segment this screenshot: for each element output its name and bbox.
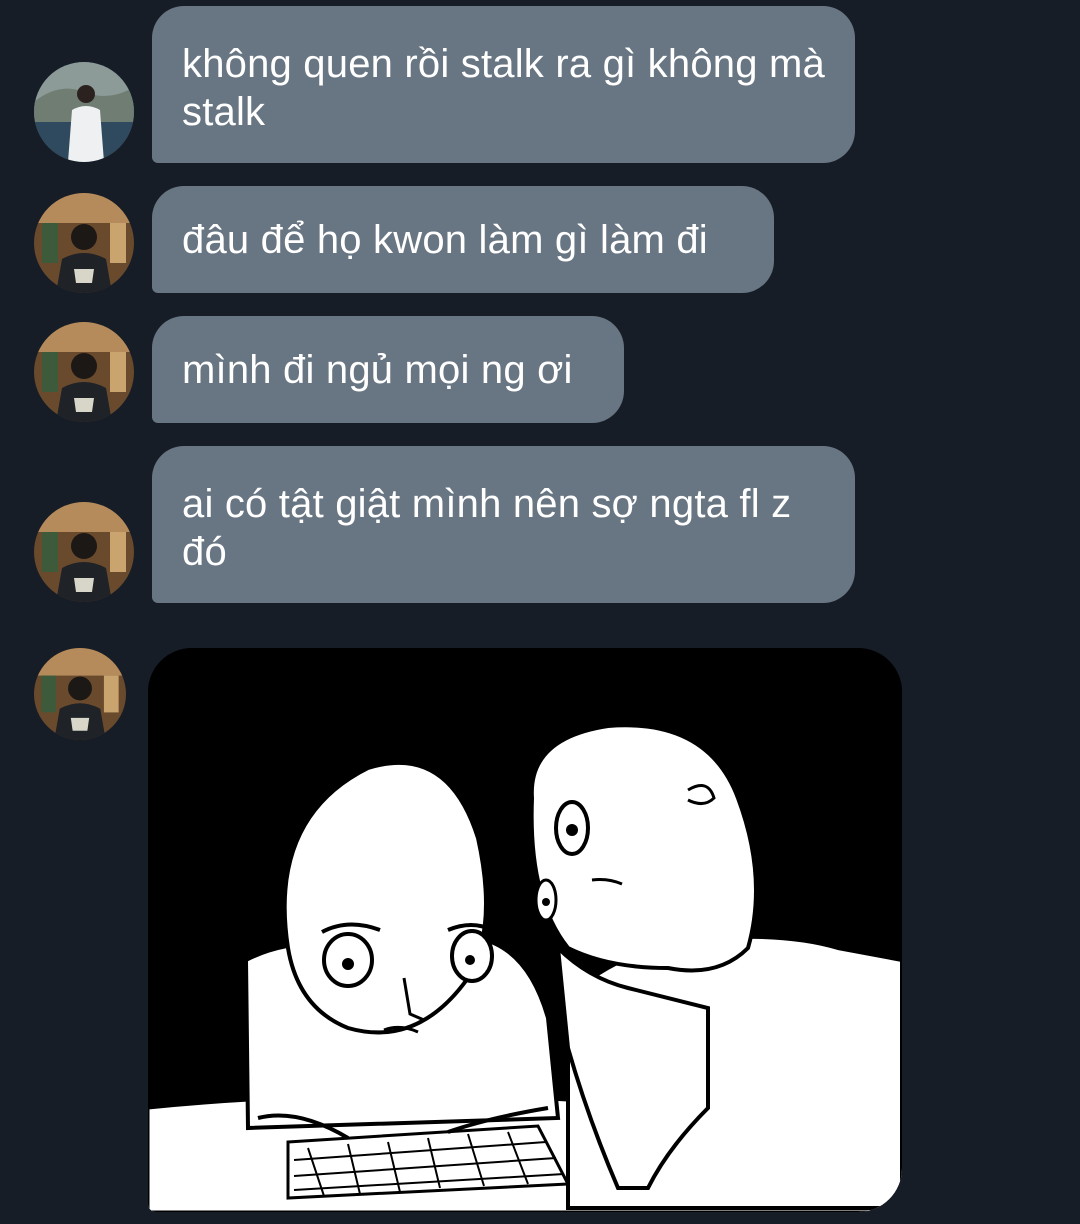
image-attachment[interactable] — [148, 648, 902, 1212]
sender-avatar[interactable] — [34, 193, 134, 293]
message-text: mình đi ngủ mọi ng ơi — [182, 348, 573, 392]
message-text: đâu để họ kwon làm gì làm đi — [182, 218, 708, 262]
message-bubble[interactable]: đâu để họ kwon làm gì làm đi — [152, 186, 774, 293]
chat-thread: không quen rồi stalk ra gì không mà stal… — [0, 0, 1080, 1224]
message-bubble[interactable]: ai có tật giật mình nên sợ ngta fl z đó — [152, 446, 855, 603]
sender-avatar[interactable] — [34, 322, 134, 422]
sender-avatar[interactable] — [34, 502, 134, 602]
message-text: ai có tật giật mình nên sợ ngta fl z đó — [182, 482, 792, 574]
message-bubble[interactable]: không quen rồi stalk ra gì không mà stal… — [152, 6, 855, 163]
message-bubble[interactable]: mình đi ngủ mọi ng ơi — [152, 316, 624, 423]
message-text: không quen rồi stalk ra gì không mà stal… — [182, 42, 825, 134]
sketch-illustration — [148, 648, 902, 1212]
sender-avatar[interactable] — [34, 648, 126, 740]
sender-avatar[interactable] — [34, 62, 134, 162]
